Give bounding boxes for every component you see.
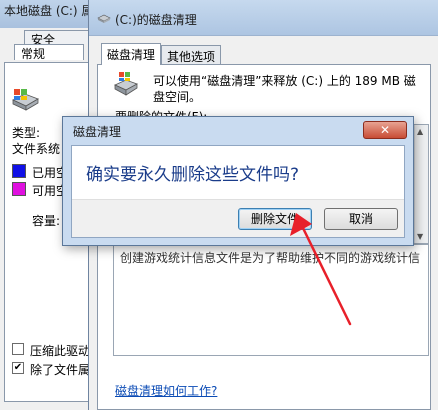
index-files-label: 除了文件属	[30, 363, 90, 377]
tab-general-label: 常规	[21, 47, 46, 60]
tab-more-options-label: 其他选项	[167, 50, 216, 64]
dialog-footer: 删除文件 取消	[72, 199, 404, 237]
compress-drive-label: 压缩此驱动	[30, 344, 90, 358]
cleanup-description-line2: 盘空间。	[153, 90, 202, 104]
scroll-down-icon[interactable]: ▼	[417, 232, 423, 241]
file-list-scrollbar[interactable]: ▲ ▼	[414, 125, 428, 243]
compress-drive-checkbox[interactable]	[12, 343, 24, 355]
free-space-swatch	[12, 182, 26, 196]
confirm-delete-dialog: 磁盘清理 ✕ 确实要永久删除这些文件吗? 删除文件 取消	[62, 116, 414, 246]
how-cleanup-works-link[interactable]: 磁盘清理如何工作?	[115, 382, 217, 399]
checkmark-icon: ✔	[13, 362, 23, 373]
cleanup-title: (C:)的磁盘清理	[115, 13, 197, 27]
cancel-button[interactable]: 取消	[324, 208, 398, 230]
tab-security-label: 安全	[31, 33, 56, 44]
disk-cleanup-icon	[114, 72, 138, 96]
delete-files-button[interactable]: 删除文件	[238, 208, 312, 230]
scroll-up-icon[interactable]: ▲	[417, 127, 423, 136]
cleanup-description-line1: 可以使用“磁盘清理”来释放 (C:) 上的 189 MB 磁	[153, 74, 416, 88]
index-files-checkbox[interactable]: ✔	[12, 362, 24, 374]
tab-security[interactable]: 安全	[24, 30, 90, 44]
used-space-swatch	[12, 164, 26, 178]
tab-disk-cleanup-label: 磁盘清理	[107, 48, 156, 62]
disk-cleanup-small-icon	[97, 14, 111, 23]
drive-icon	[12, 89, 39, 111]
dialog-question: 确实要永久删除这些文件吗?	[86, 165, 300, 185]
item-description-box: 创建游戏统计信息文件是为了帮助维护不同的游戏统计信息。	[113, 244, 429, 356]
tab-general[interactable]: 常规	[14, 44, 84, 60]
dialog-body: 确实要永久删除这些文件吗? 删除文件 取消	[71, 145, 405, 238]
tab-more-options[interactable]: 其他选项	[161, 45, 222, 64]
close-icon[interactable]: ✕	[363, 121, 407, 139]
capacity-label: 容量:	[32, 214, 61, 228]
type-label: 类型:	[12, 126, 41, 140]
tab-disk-cleanup[interactable]: 磁盘清理	[101, 43, 162, 65]
cleanup-title-bar: (C:)的磁盘清理	[89, 0, 438, 36]
item-description-text: 创建游戏统计信息文件是为了帮助维护不同的游戏统计信息。	[120, 251, 420, 265]
dialog-title: 磁盘清理	[73, 125, 122, 139]
